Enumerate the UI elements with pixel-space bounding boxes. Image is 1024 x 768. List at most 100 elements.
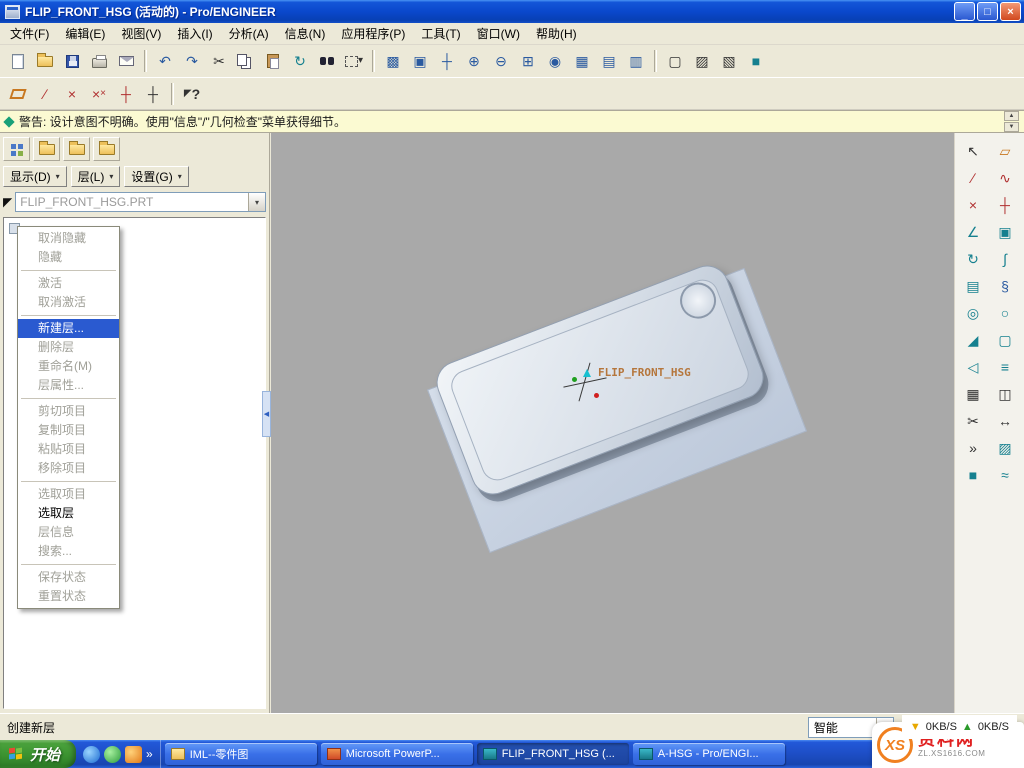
style-button[interactable]: §	[990, 273, 1020, 298]
layer-dropdown[interactable]: 层(L) ▾	[71, 166, 121, 187]
select-button[interactable]: ↖	[958, 138, 988, 163]
task-button-a-hsg[interactable]: A-HSG - Pro/ENGI...	[633, 743, 785, 765]
hidden-line-button[interactable]: ▨	[689, 49, 715, 74]
panel-collapse-handle[interactable]: ◀	[262, 391, 271, 437]
mirror-button[interactable]: ◫	[990, 381, 1020, 406]
menu-info[interactable]: 信息(N)	[277, 22, 334, 45]
zoom-in-button[interactable]: ⊕	[461, 49, 487, 74]
shade-button[interactable]: ▣	[407, 49, 433, 74]
reorient-button[interactable]: ◉	[542, 49, 568, 74]
close-button[interactable]: ×	[1000, 2, 1021, 21]
datum-csys-button[interactable]: ┼	[113, 81, 139, 106]
view-manager-button[interactable]: ▥	[623, 49, 649, 74]
thicken-button[interactable]: ▨	[990, 435, 1020, 460]
settings-dropdown[interactable]: 设置(G) ▾	[124, 166, 188, 187]
cut-button[interactable]: ✂	[206, 49, 232, 74]
find-button[interactable]	[314, 49, 340, 74]
start-button[interactable]: 开始	[0, 740, 76, 768]
task-button-powerpoint[interactable]: Microsoft PowerP...	[321, 743, 473, 765]
quick-launch-overflow-icon[interactable]: »	[146, 747, 153, 761]
datum-point-button[interactable]: ×	[59, 81, 85, 106]
ie-icon[interactable]	[83, 746, 100, 763]
messenger-icon[interactable]	[104, 746, 121, 763]
chamfer-button[interactable]: ◢	[958, 327, 988, 352]
datum-axis-button[interactable]: ∕	[32, 81, 58, 106]
wireframe-button[interactable]: ▢	[662, 49, 688, 74]
message-scroll-up-button[interactable]: ▲	[1004, 111, 1019, 121]
copy-button[interactable]	[233, 49, 259, 74]
folder-transfer-button[interactable]	[33, 137, 60, 161]
menu-help[interactable]: 帮助(H)	[528, 22, 585, 45]
datum-axis-tool-button[interactable]: ∕	[958, 165, 988, 190]
datum-point-tool-button[interactable]: ×	[958, 192, 988, 217]
menu-insert[interactable]: 插入(I)	[169, 22, 220, 45]
offset-button[interactable]: »	[958, 435, 988, 460]
revolve-button[interactable]: ↻	[958, 246, 988, 271]
coordinate-system-button[interactable]: ┼	[990, 192, 1020, 217]
sketch-button[interactable]: ∠	[958, 219, 988, 244]
paste-button[interactable]	[260, 49, 286, 74]
pattern-button[interactable]: ▦	[958, 381, 988, 406]
graphics-viewport[interactable]: FLIP_FRONT_HSG	[271, 133, 954, 713]
shading-button[interactable]: ■	[743, 49, 769, 74]
task-button-flip-front-hsg[interactable]: FLIP_FRONT_HSG (...	[477, 743, 629, 765]
media-player-icon[interactable]	[125, 746, 142, 763]
shell-button[interactable]: ▢	[990, 327, 1020, 352]
undo-button[interactable]: ↶	[152, 49, 178, 74]
no-hidden-button[interactable]: ▧	[716, 49, 742, 74]
trim-button[interactable]: ✂	[958, 408, 988, 433]
new-file-button[interactable]	[5, 49, 31, 74]
hole-button[interactable]: ◎	[958, 300, 988, 325]
model-combobox[interactable]: FLIP_FRONT_HSG.PRT ▾	[15, 192, 266, 212]
email-button[interactable]	[113, 49, 139, 74]
chevron-down-icon: ▾	[109, 172, 113, 181]
cm-select-layer[interactable]: 选取层	[18, 504, 119, 523]
menu-edit[interactable]: 编辑(E)	[57, 22, 113, 45]
datum-plane-button[interactable]	[5, 81, 31, 106]
copy-folder-button[interactable]	[93, 137, 120, 161]
new-folder-button[interactable]	[63, 137, 90, 161]
maximize-button[interactable]: □	[977, 2, 998, 21]
model-combobox-arrow[interactable]: ▾	[248, 193, 265, 211]
refit-button[interactable]: ⊞	[515, 49, 541, 74]
extrude-button[interactable]: ▣	[990, 219, 1020, 244]
saved-views-button[interactable]: ▦	[569, 49, 595, 74]
layer-tree-button[interactable]	[3, 137, 30, 161]
menu-window[interactable]: 窗口(W)	[469, 22, 528, 45]
context-help-button[interactable]: ◤?	[179, 81, 205, 106]
layers-icon: ▤	[602, 54, 615, 68]
sweep-button[interactable]: ∫	[990, 246, 1020, 271]
datum-point-offset-button[interactable]: ××	[86, 81, 112, 106]
warp-button[interactable]: ≈	[990, 462, 1020, 487]
menu-applications[interactable]: 应用程序(P)	[333, 22, 413, 45]
datum-plane-tool-button[interactable]: ▱	[990, 138, 1020, 163]
saved-views-icon: ▦	[575, 54, 588, 68]
menu-analysis[interactable]: 分析(A)	[221, 22, 277, 45]
rib-button[interactable]: ≡	[990, 354, 1020, 379]
menu-tools[interactable]: 工具(T)	[413, 22, 468, 45]
select-filter-button[interactable]: ▾	[341, 49, 367, 74]
draft-button[interactable]: ◁	[958, 354, 988, 379]
round-button[interactable]: ○	[990, 300, 1020, 325]
print-button[interactable]	[86, 49, 112, 74]
datum-curve-button[interactable]: ∿	[990, 165, 1020, 190]
default-csys-button[interactable]: ┼	[140, 81, 166, 106]
display-dropdown[interactable]: 显示(D) ▾	[3, 166, 67, 187]
menu-view[interactable]: 视图(V)	[113, 22, 169, 45]
repaint-button[interactable]: ▩	[380, 49, 406, 74]
message-scroll-down-button[interactable]: ▼	[1004, 122, 1019, 132]
blend-button[interactable]: ▤	[958, 273, 988, 298]
cm-new-layer[interactable]: 新建层...	[18, 319, 119, 338]
solidify-button[interactable]: ■	[958, 462, 988, 487]
open-button[interactable]	[32, 49, 58, 74]
save-button[interactable]	[59, 49, 85, 74]
layers-button[interactable]: ▤	[596, 49, 622, 74]
redo-button[interactable]: ↷	[179, 49, 205, 74]
regenerate-button[interactable]: ↻	[287, 49, 313, 74]
extend-button[interactable]: ↔	[990, 408, 1020, 433]
spin-center-button[interactable]: ┼	[434, 49, 460, 74]
minimize-button[interactable]: _	[954, 2, 975, 21]
menu-file[interactable]: 文件(F)	[2, 22, 57, 45]
task-button-iml[interactable]: IML--零件图	[165, 743, 317, 765]
zoom-out-button[interactable]: ⊖	[488, 49, 514, 74]
